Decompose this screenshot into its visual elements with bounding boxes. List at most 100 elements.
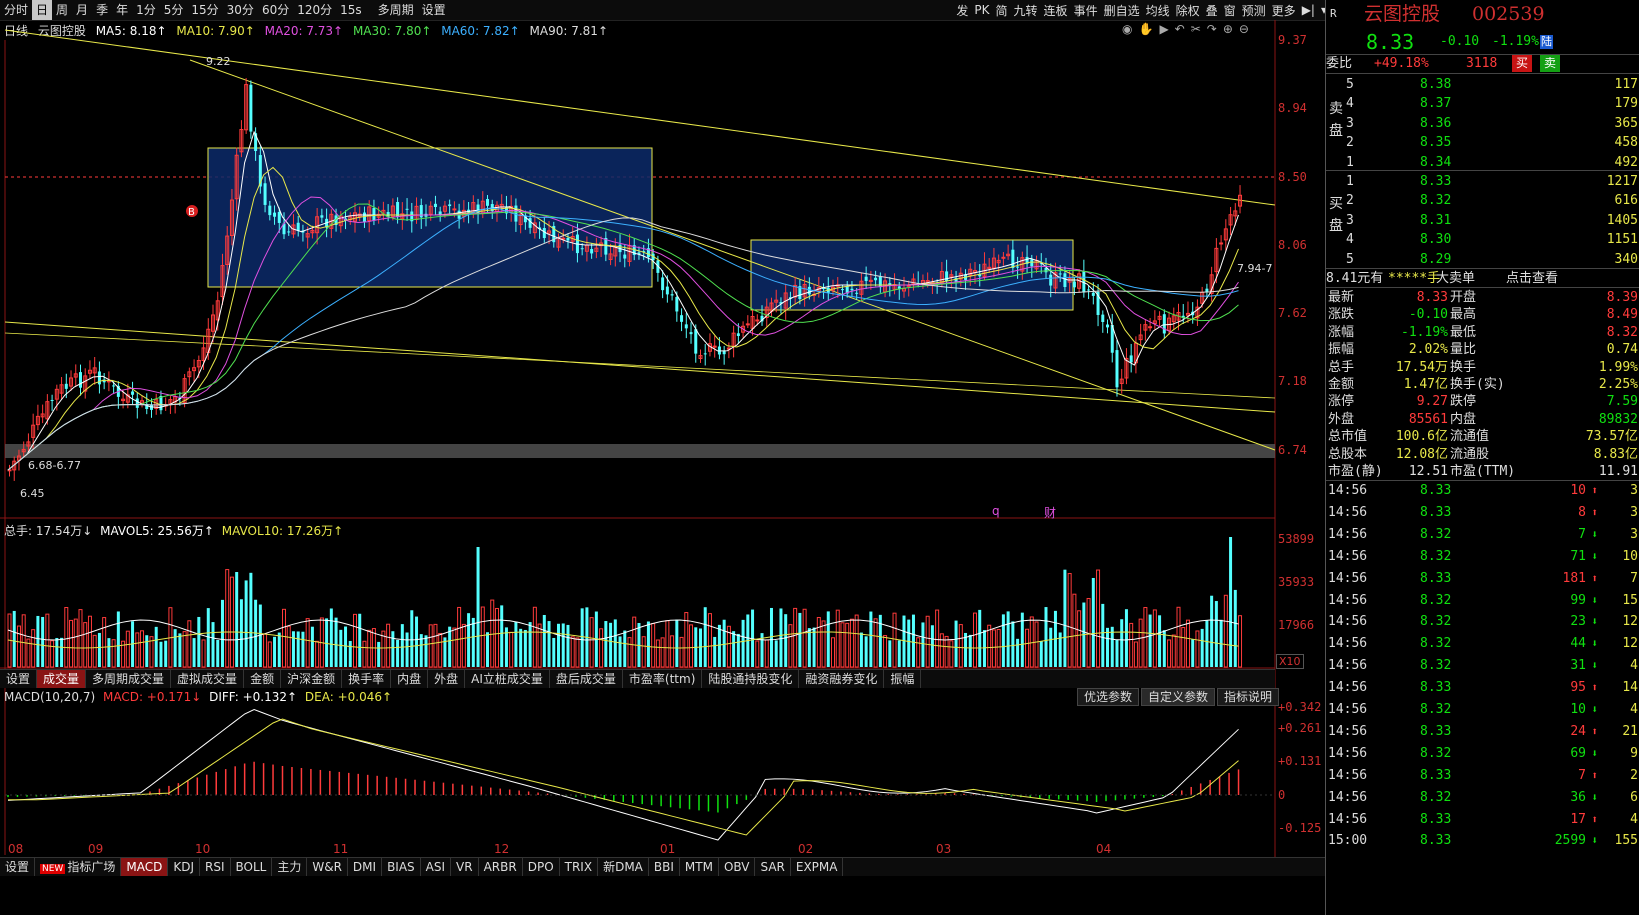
indicator-tab-9[interactable]: BIAS [382,858,421,876]
macd-btn-1[interactable]: 自定义参数 [1141,688,1216,706]
zoom-out-icon[interactable]: ⊖ [1239,22,1249,36]
sub-tab-7[interactable]: 内盘 [391,670,429,688]
indicator-tab-0[interactable]: 设置 [0,858,36,876]
indicator-tab-1[interactable]: NEW 指标广场 [35,858,122,876]
period-tab-9[interactable]: 30分 [223,0,258,20]
indicator-bar: 设置 NEW 指标广场 MACD KDJ RSI BOLL 主力 W&R DMI BIAS ASI VR… [0,857,1325,876]
toolbar-tool-12[interactable]: 更多 [1269,2,1299,19]
event-marker-q[interactable]: q [992,504,1000,518]
redo-icon[interactable]: ↷ [1207,22,1217,36]
indicator-tab-4[interactable]: RSI [200,858,231,876]
volume-tick: 35933 [1278,575,1315,589]
toolbar-tool-11[interactable]: 预测 [1239,2,1269,19]
indicator-tab-18[interactable]: OBV [719,858,756,876]
buy-level-3[interactable]: 3 8.31 1405 [1326,212,1639,229]
zoom-in-icon[interactable]: ⊕ [1223,22,1233,36]
sell-level-3[interactable]: 3 8.36 365 [1326,115,1639,132]
buy-level-4[interactable]: 4 8.30 1151 [1326,231,1639,248]
indicator-tab-11[interactable]: VR [451,858,479,876]
indicator-tab-8[interactable]: DMI [348,858,383,876]
indicator-tab-3[interactable]: KDJ [168,858,200,876]
sub-tab-5[interactable]: 沪深金额 [281,670,343,688]
period-tab-14[interactable]: 设置 [418,0,450,20]
kline-chart[interactable]: 9.22 6.45 6.68-6.77 7.94-7 B [0,20,1325,857]
sub-tab-12[interactable]: 陆股通持股变化 [702,670,800,688]
sub-tab-6[interactable]: 换手率 [342,670,392,688]
toolbar-tool-4[interactable]: 连板 [1041,2,1071,19]
period-tab-7[interactable]: 5分 [160,0,188,20]
period-tab-13[interactable]: 多周期 [374,0,418,20]
period-tab-8[interactable]: 15分 [187,0,222,20]
indicator-tab-7[interactable]: W&R [307,858,348,876]
indicator-tab-5[interactable]: BOLL [231,858,273,876]
indicator-tab-10[interactable]: ASI [421,858,452,876]
indicator-tab-6[interactable]: 主力 [272,858,308,876]
indicator-tab-12[interactable]: ARBR [479,858,523,876]
period-tab-4[interactable]: 季 [92,0,112,20]
sub-tab-4[interactable]: 金额 [244,670,282,688]
indicator-tab-13[interactable]: DPO [523,858,560,876]
eye-icon[interactable]: ◉ [1122,22,1132,36]
expand-icon[interactable]: ▶| [1299,3,1318,17]
toolbar-tool-1[interactable]: PK [971,3,992,17]
toolbar-tool-5[interactable]: 事件 [1071,2,1101,19]
candle-body [50,399,54,401]
sub-tab-1[interactable]: 成交量 [37,670,87,688]
indicator-tab-17[interactable]: MTM [680,858,719,876]
indicator-tab-14[interactable]: TRIX [560,858,599,876]
buy-level-5[interactable]: 5 8.29 340 [1326,251,1639,268]
scissors-icon[interactable]: ✂ [1191,22,1201,36]
toolbar-tool-10[interactable]: 窗 [1221,2,1239,19]
indicator-tab-15[interactable]: 新DMA [598,858,649,876]
period-tab-2[interactable]: 周 [52,0,72,20]
period-tab-1[interactable]: 日 [32,0,53,20]
hand-icon[interactable]: ✋ [1138,22,1153,36]
play-icon[interactable]: ▶ [1159,22,1168,36]
sub-tab-13[interactable]: 融资融券变化 [799,670,885,688]
sell-level-2[interactable]: 2 8.35 458 [1326,134,1639,151]
macd-btn-2[interactable]: 指标说明 [1217,688,1280,706]
buy-level-2[interactable]: 2 8.32 616 [1326,192,1639,209]
toolbar-tool-6[interactable]: 删自选 [1101,2,1143,19]
sub-tab-8[interactable]: 外盘 [428,670,466,688]
period-tab-5[interactable]: 年 [112,0,132,20]
sell-level-4[interactable]: 4 8.37 179 [1326,95,1639,112]
indicator-tab-20[interactable]: EXPMA [791,858,844,876]
undo-icon[interactable]: ↶ [1175,22,1185,36]
macd-btn-0[interactable]: 优选参数 [1077,688,1140,706]
sell-level-1[interactable]: 1 8.34 492 [1326,154,1639,171]
sub-tab-10[interactable]: 盘后成交量 [550,670,623,688]
period-tab-3[interactable]: 月 [72,0,92,20]
stat-label: 涨停 [1328,394,1355,410]
toolbar-tool-9[interactable]: 叠 [1203,2,1221,19]
toolbar-tool-7[interactable]: 均线 [1143,2,1173,19]
toolbar-tool-0[interactable]: 发 [953,2,971,19]
sub-tab-2[interactable]: 多周期成交量 [86,670,172,688]
period-tab-10[interactable]: 60分 [258,0,293,20]
period-tab-0[interactable]: 分时 [0,0,32,20]
period-tab-11[interactable]: 120分 [293,0,336,20]
sub-tab-9[interactable]: AI立桩成交量 [465,670,550,688]
indicator-tab-2[interactable]: MACD [121,858,169,876]
sub-tab-0[interactable]: 设置 [0,670,38,688]
buy-button[interactable]: 买 [1512,55,1532,72]
period-tab-6[interactable]: 1分 [132,0,160,20]
toolbar-tool-3[interactable]: 九转 [1011,2,1041,19]
toolbar-tool-8[interactable]: 除权 [1173,2,1203,19]
indicator-tab-16[interactable]: BBI [649,858,680,876]
sub-tab-3[interactable]: 虚拟成交量 [171,670,245,688]
period-tab-12[interactable]: 15s [336,0,374,20]
buy-level-1[interactable]: 1 8.33 1217 [1326,173,1639,190]
candle-body [945,271,949,282]
sub-tab-14[interactable]: 振幅 [884,670,922,688]
volume-bar [741,619,745,667]
sub-tab-11[interactable]: 市盈率(ttm) [623,670,703,688]
big-order-link[interactable]: 点击查看 [1506,270,1558,287]
volume-bar [145,635,149,667]
event-marker-finance[interactable]: 财 [1044,504,1056,521]
toolbar-tool-2[interactable]: 简 [993,2,1011,19]
sell-button[interactable]: 卖 [1540,55,1560,72]
indicator-tab-19[interactable]: SAR [755,858,791,876]
sell-level-5[interactable]: 5 8.38 117 [1326,76,1639,93]
volume-bar [197,616,201,667]
